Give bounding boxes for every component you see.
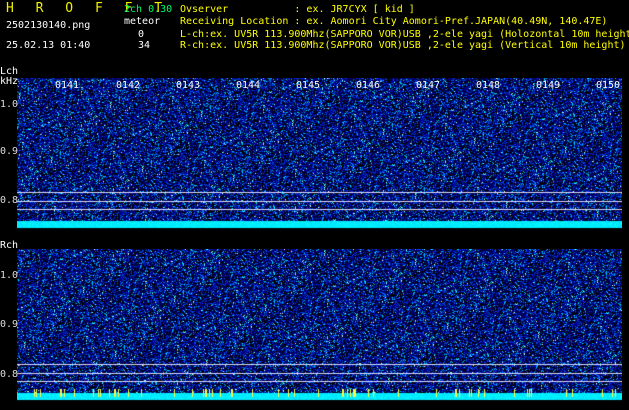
time-tick-0145: 0145 bbox=[296, 80, 321, 91]
time-tick-0144: 0144 bbox=[236, 80, 261, 91]
meteor-count-rch: 34 bbox=[138, 40, 151, 51]
meteor-label: meteor bbox=[124, 16, 161, 27]
rch-label: Rch bbox=[0, 240, 19, 251]
lch-info: L-ch:ex. UV5R 113.900Mhz(SAPPORO VOR)USB… bbox=[180, 29, 629, 40]
lch-spectrogram bbox=[17, 78, 622, 230]
time-tick-0142: 0142 bbox=[116, 80, 141, 91]
rch-freq-tick-0-8: 0.8 bbox=[0, 369, 19, 380]
lch-freq-tick-0-9: 0.9 bbox=[0, 146, 19, 157]
location-info: Receiving Location : ex. Aomori City Aom… bbox=[180, 16, 608, 27]
time-tick-0146: 0146 bbox=[356, 80, 381, 91]
khz-label: kHz bbox=[0, 76, 19, 87]
observer-info: Ovserver : ex. JR7CYX [ kid ] bbox=[180, 4, 415, 15]
rch-freq-tick-0-9: 0.9 bbox=[0, 319, 19, 330]
lch-freq-tick-1-0: 1.0 bbox=[0, 99, 19, 110]
lch-freq-tick-0-8: 0.8 bbox=[0, 195, 19, 206]
meteor-count-lch: 0 bbox=[138, 29, 145, 40]
rch-info: R-ch:ex. UV5R 113.900Mhz(SAPPORO VOR)USB… bbox=[180, 40, 626, 51]
time-tick-0141: 0141 bbox=[55, 80, 80, 91]
lch-spectrogram-canvas bbox=[17, 78, 622, 230]
datetime-label: 25.02.13 01:40 bbox=[6, 40, 91, 51]
time-tick-0147: 0147 bbox=[416, 80, 441, 91]
rch-spectrogram bbox=[17, 249, 622, 402]
filename-label: 2502130140.png bbox=[6, 20, 91, 31]
version-label: 2ch 0.30 bbox=[124, 4, 173, 15]
rch-freq-tick-1-0: 1.0 bbox=[0, 270, 19, 281]
rch-spectrogram-canvas bbox=[17, 249, 622, 402]
time-tick-0148: 0148 bbox=[476, 80, 501, 91]
time-tick-0149: 0149 bbox=[536, 80, 561, 91]
time-tick-0143: 0143 bbox=[176, 80, 201, 91]
time-tick-0150: 0150 bbox=[596, 80, 621, 91]
